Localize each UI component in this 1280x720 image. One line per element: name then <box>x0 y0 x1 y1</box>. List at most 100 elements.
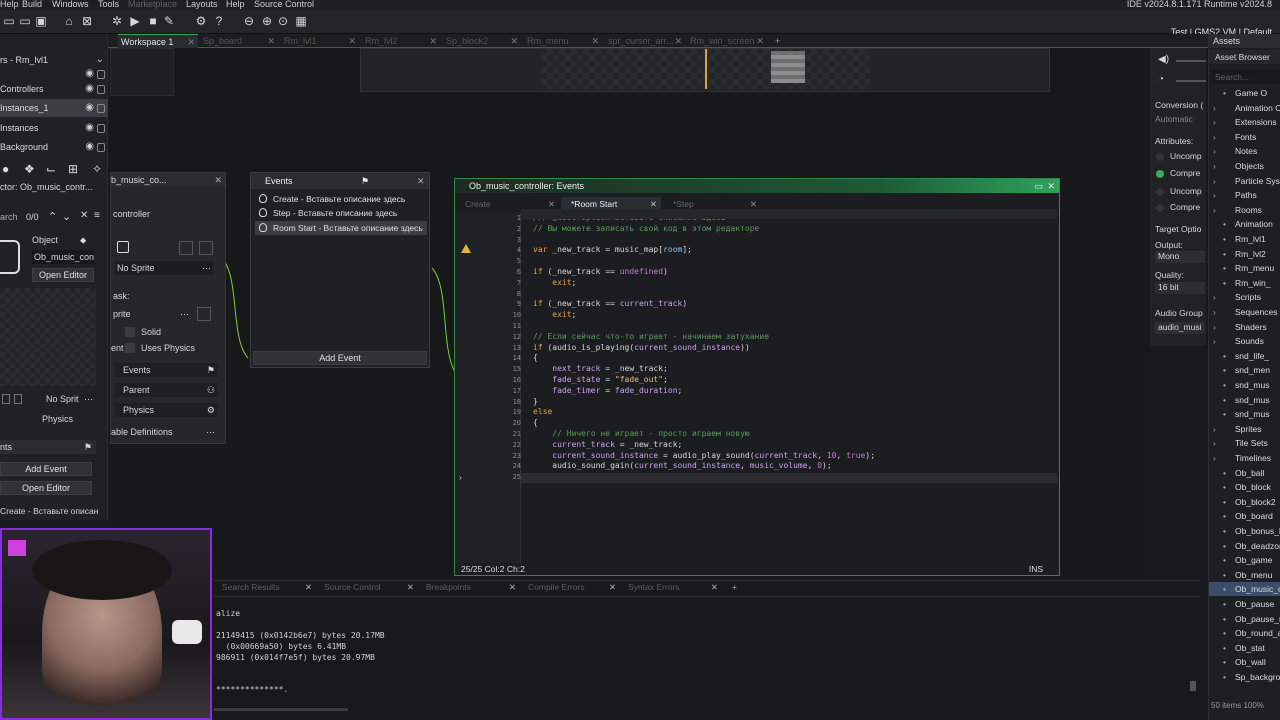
close-icon[interactable]: ✕ <box>711 581 718 594</box>
menu-icon[interactable]: ⋯ <box>206 425 215 439</box>
gear-icon[interactable]: ⬥ <box>80 235 86 246</box>
code-line[interactable]: fade_timer = fade_duration; <box>533 385 682 396</box>
asset-item[interactable]: › Rooms <box>1209 203 1280 217</box>
close-icon[interactable]: ✕ <box>509 581 516 594</box>
physics-button[interactable]: Physics ⚙ <box>115 403 217 417</box>
close-icon[interactable]: ✕ <box>80 210 88 221</box>
radio-compressed[interactable] <box>1156 170 1164 178</box>
close-icon[interactable]: ✕ <box>1047 179 1055 193</box>
scrollbar-thumb[interactable] <box>1190 681 1196 691</box>
code-line[interactable]: exit; <box>533 277 576 288</box>
eye-icon[interactable]: ◉ <box>85 80 94 98</box>
menu-icon[interactable]: ≡ <box>94 210 100 221</box>
tab-sp-board[interactable]: Sp_board ✕ <box>200 34 278 48</box>
asset-item[interactable]: › Tile Sets <box>1209 436 1280 450</box>
tab-rm-menu[interactable]: Rm_menu ✕ <box>524 34 602 48</box>
lock-icon[interactable] <box>97 124 105 133</box>
variable-definitions-button[interactable]: able Definitions ⋯ <box>111 425 217 439</box>
lock-icon[interactable] <box>97 85 105 94</box>
asset-item[interactable]: • Ob_block <box>1209 480 1280 494</box>
radio-compressed-stream[interactable] <box>1156 204 1164 212</box>
event-step[interactable]: Step - Вставьте описание здесь <box>255 206 427 220</box>
asset-item[interactable]: › Objects <box>1209 159 1280 173</box>
stop-icon[interactable]: ■ <box>146 14 160 28</box>
event-create[interactable]: Create - Вставьте описание здесь <box>255 192 427 206</box>
code-line[interactable]: { <box>533 417 538 428</box>
code-line[interactable]: fade_state = "fade_out"; <box>533 374 668 385</box>
asset-item[interactable]: › Paths <box>1209 188 1280 202</box>
code-line[interactable]: next_track = _new_track; <box>533 363 668 374</box>
asset-item[interactable]: • Sp_backgrou <box>1209 670 1280 684</box>
preferences-icon[interactable]: ⚙ <box>194 14 208 28</box>
code-line[interactable]: if (_new_track == current_track) <box>533 298 687 309</box>
add-tab-icon[interactable]: + <box>724 581 738 594</box>
zoom-in-icon[interactable]: ⊕ <box>260 14 274 28</box>
tab-workspace-1[interactable]: Workspace 1 ✕ <box>118 34 198 48</box>
circle-icon[interactable]: ● <box>2 162 9 176</box>
flag-icon[interactable]: ⚑ <box>84 440 92 454</box>
radio-uncompressed[interactable] <box>1156 153 1164 161</box>
eye-icon[interactable]: ◉ <box>85 138 94 156</box>
lock-icon[interactable] <box>97 104 105 113</box>
menu-tools[interactable]: Tools <box>98 0 119 9</box>
event-room-start[interactable]: Room Start - Вставьте описание здесь <box>255 221 427 235</box>
add-layer-icon[interactable]: ⊞ <box>68 162 78 176</box>
code-line[interactable]: } <box>533 396 538 407</box>
tab-rm-win-screen[interactable]: Rm_win_screen ✕ <box>687 34 767 48</box>
volume-slider[interactable] <box>1176 60 1206 62</box>
maximize-icon[interactable]: ▭ <box>1034 179 1043 193</box>
path-layer-icon[interactable]: ⌙ <box>46 162 56 176</box>
code-line[interactable]: { <box>533 352 538 363</box>
asset-item[interactable]: › Sequences <box>1209 305 1280 319</box>
create-executable-icon[interactable]: ⌂ <box>62 14 76 28</box>
close-icon[interactable]: ✕ <box>674 34 682 48</box>
asset-item[interactable]: • Ob_menu <box>1209 568 1280 582</box>
flag-icon[interactable]: ⚑ <box>361 173 369 189</box>
edit-mask-icon[interactable] <box>197 307 211 321</box>
open-editor-button[interactable]: Open Editor <box>0 481 92 495</box>
tab-search-results[interactable]: Search Results ✕ <box>214 581 316 594</box>
menu-windows[interactable]: Windows <box>52 0 89 9</box>
assets-tab[interactable]: Assets <box>1209 34 1280 48</box>
help-icon[interactable]: ? <box>212 14 226 28</box>
eye-icon[interactable]: ◉ <box>85 119 94 137</box>
clean-icon[interactable]: ⊠ <box>80 14 94 28</box>
asset-item[interactable]: • Ob_music_c <box>1209 582 1280 597</box>
mask-select[interactable]: prite ⋯ <box>113 307 191 321</box>
asset-item[interactable]: › Fonts <box>1209 130 1280 144</box>
close-icon[interactable]: ✕ <box>591 34 599 48</box>
close-icon[interactable]: ✕ <box>267 34 275 48</box>
physics-label[interactable]: Physics <box>42 414 73 424</box>
radio-uncompressed-stream[interactable] <box>1156 188 1164 196</box>
asset-item[interactable]: • Ob_game <box>1209 553 1280 567</box>
asset-item[interactable]: • Rm_lvl2 <box>1209 247 1280 261</box>
code-line[interactable]: var _new_track = music_map[room]; <box>533 244 692 255</box>
zoom-out-icon[interactable]: ⊖ <box>242 14 256 28</box>
asset-item[interactable]: › Notes <box>1209 144 1280 158</box>
close-icon[interactable]: ✕ <box>187 35 195 49</box>
new-project-icon[interactable]: ▭ <box>2 14 16 28</box>
close-icon[interactable]: ✕ <box>348 34 356 48</box>
tab-breakpoints[interactable]: Breakpoints ✕ <box>418 581 520 594</box>
tab-rm-lvl1[interactable]: Rm_lvl1 ✕ <box>281 34 359 48</box>
asset-item[interactable]: • Ob_deadzon <box>1209 539 1280 553</box>
sprite-menu-icon[interactable]: ⋯ <box>84 394 93 405</box>
close-icon[interactable]: ✕ <box>214 173 222 187</box>
code-line[interactable]: // Ничего не играет - просто играем нову… <box>533 428 749 439</box>
save-icon[interactable]: ▣ <box>34 14 48 28</box>
parent-button[interactable]: Parent ⚇ <box>115 383 217 397</box>
event-create[interactable]: Create - Вставьте описан <box>0 506 98 516</box>
close-icon[interactable]: ✕ <box>429 34 437 48</box>
uses-physics-checkbox[interactable] <box>125 343 135 353</box>
asset-item[interactable]: › Animation C <box>1209 101 1280 115</box>
events-button[interactable]: Events ⚑ <box>115 363 217 377</box>
conversion-select[interactable]: Automatic <box>1155 114 1205 126</box>
lock-icon[interactable] <box>97 143 105 152</box>
chevron-down-icon[interactable]: ⌄ <box>62 210 71 223</box>
code-line[interactable]: // Если сейчас что-то играет - начинаем … <box>533 331 769 342</box>
zoom-reset-icon[interactable]: ⊙ <box>276 14 290 28</box>
output-select[interactable]: Mono <box>1155 251 1205 263</box>
menu-layouts[interactable]: Layouts <box>186 0 218 9</box>
audio-group-select[interactable]: audio_musi <box>1155 322 1205 334</box>
code-line[interactable]: current_track = _new_track; <box>533 439 682 450</box>
